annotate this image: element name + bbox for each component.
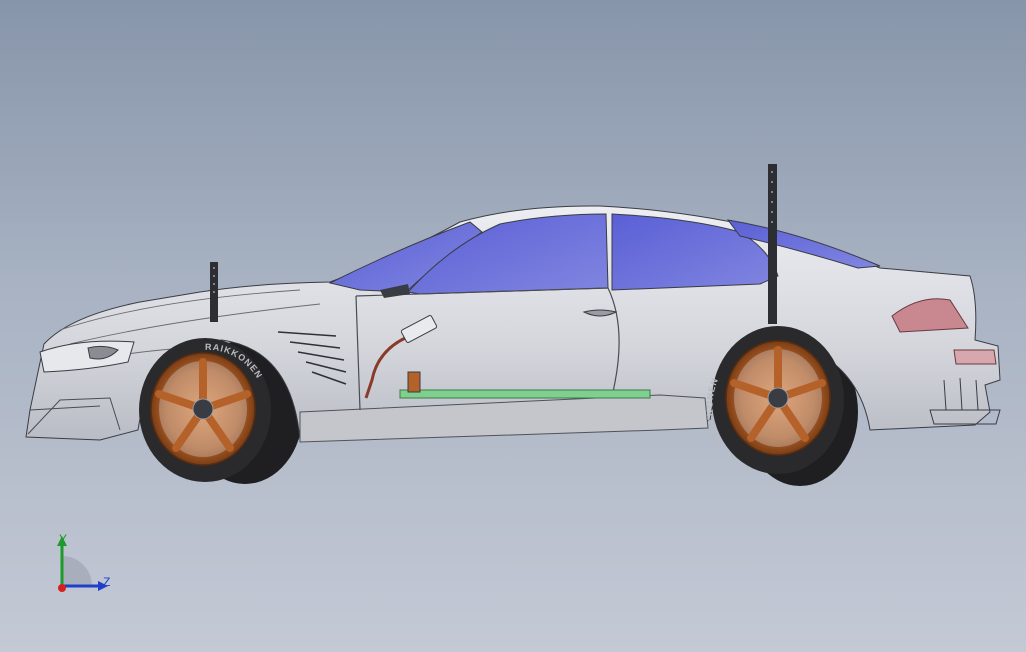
triad-graphic [57, 536, 108, 592]
servo [407, 371, 421, 393]
rear-body-post [768, 164, 777, 324]
y-axis-label: Y [59, 532, 68, 546]
rear-bumper [953, 349, 997, 365]
front-hub [192, 398, 214, 420]
car-model[interactable]: RAIKKONEN RAIKKONEN [0, 0, 1026, 652]
rear-hub [767, 387, 789, 409]
coordinate-triad: Y Z [40, 528, 130, 608]
z-axis-label: Z [103, 575, 111, 589]
front-wheel[interactable]: RAIKKONEN [139, 338, 271, 482]
front-body-post [210, 262, 218, 322]
battery-pack [399, 389, 651, 399]
triad-origin [58, 584, 66, 592]
cad-viewport[interactable]: RAIKKONEN RAIKKONEN Y Z [0, 0, 1026, 652]
